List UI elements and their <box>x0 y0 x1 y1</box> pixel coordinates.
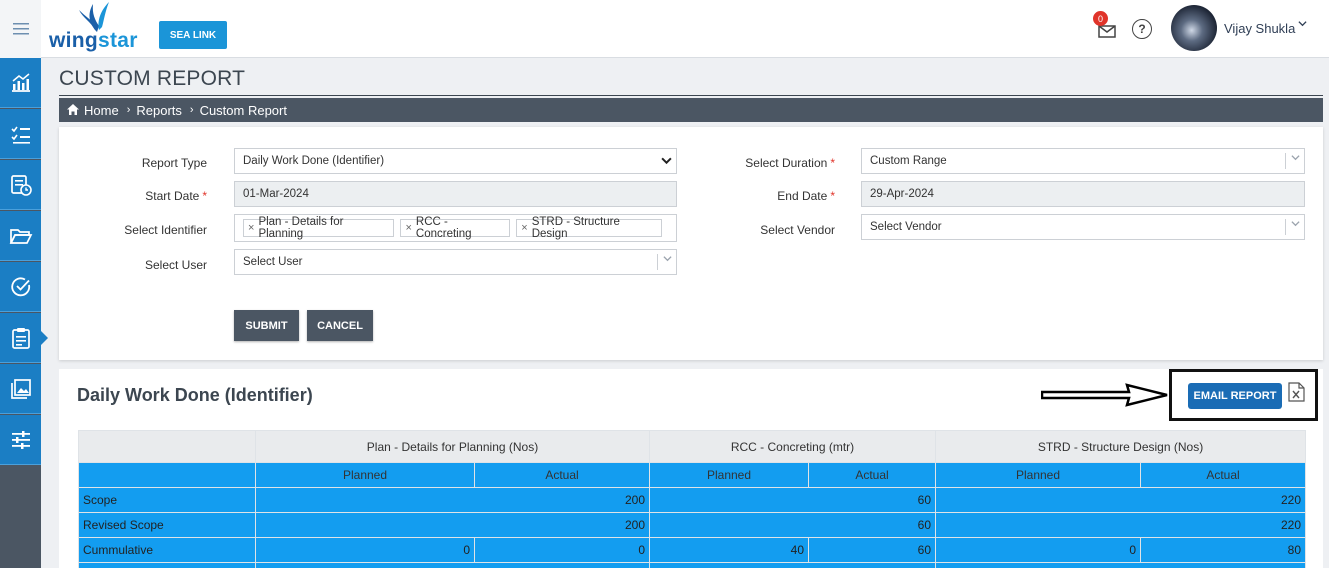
table-cell: 80 <box>1140 537 1307 563</box>
identifier-tag[interactable]: × STRD - Structure Design <box>516 216 663 240</box>
folder-icon[interactable] <box>0 211 41 261</box>
chevron-right-icon: › <box>126 104 131 116</box>
email-report-button[interactable]: EMAIL REPORT <box>1188 383 1282 409</box>
table-header-cell <box>78 430 256 463</box>
remove-tag-icon[interactable]: × <box>248 222 254 234</box>
table-row: Cummulative 0 0 40 60 0 80 <box>78 537 1307 563</box>
table-cell <box>255 562 650 568</box>
chevron-down-icon <box>661 155 672 169</box>
cancel-button[interactable]: CANCEL <box>307 310 373 341</box>
table-cell: 60 <box>648 512 937 538</box>
table-cell: 0 <box>255 537 475 563</box>
table-header-row: Plan - Details for Planning (Nos) RCC - … <box>78 430 1307 463</box>
table-cell <box>648 562 937 568</box>
identifier-label: Select Identifier <box>124 223 207 237</box>
schedule-report-icon[interactable] <box>0 160 41 210</box>
page-title: CUSTOM REPORT <box>59 67 246 90</box>
user-label: Select User <box>144 258 207 272</box>
annotation-arrow-icon <box>1040 383 1169 410</box>
table-row <box>78 562 1307 568</box>
identifier-multiselect[interactable]: × Plan - Details for Planning × RCC - Conc… <box>234 214 677 242</box>
report-type-label: Report Type <box>141 156 207 170</box>
help-icon[interactable]: ? <box>1132 19 1152 39</box>
breadcrumb-home[interactable]: Home <box>84 103 119 118</box>
table-cell: 200 <box>255 487 650 513</box>
report-title: Daily Work Done (Identifier) <box>77 385 313 405</box>
row-label: Revised Scope <box>78 512 256 538</box>
table-cell: 0 <box>935 537 1142 563</box>
chevron-down-icon <box>1285 219 1300 235</box>
breadcrumb-current: Custom Report <box>199 102 287 118</box>
remove-tag-icon[interactable]: × <box>521 222 527 234</box>
vendor-label: Select Vendor <box>760 223 835 237</box>
report-panel: Daily Work Done (Identifier) EMAIL REPOR… <box>59 369 1323 568</box>
chevron-down-icon <box>1285 153 1300 169</box>
row-label: Scope <box>78 487 256 513</box>
table-cell: 220 <box>935 487 1307 513</box>
duration-select[interactable]: Custom Range <box>861 148 1305 174</box>
table-subheader: Planned <box>935 462 1142 488</box>
table-subheader: Actual <box>474 462 650 488</box>
table-row: Revised Scope 200 60 220 <box>78 512 1307 538</box>
row-label: Cummulative <box>78 537 256 563</box>
report-type-select[interactable]: Daily Work Done (Identifier) <box>234 148 677 174</box>
duration-label: Select Duration * <box>745 156 835 170</box>
table-subheader: Actual <box>1140 462 1307 488</box>
clipboard-report-icon[interactable] <box>0 313 48 363</box>
table-group-header: STRD - Structure Design (Nos) <box>935 430 1307 463</box>
table-header-cell <box>78 462 256 488</box>
table-cell: 60 <box>648 487 937 513</box>
table-subheader: Actual <box>807 462 937 488</box>
user-select[interactable]: Select User <box>234 249 677 275</box>
submit-button[interactable]: SUBMIT <box>234 310 299 341</box>
chevron-down-icon <box>657 254 672 270</box>
identifier-tag[interactable]: × Plan - Details for Planning <box>243 216 395 240</box>
excel-export-icon[interactable] <box>1288 382 1305 402</box>
project-button[interactable]: SEA LINK <box>159 21 227 49</box>
breadcrumb-reports[interactable]: Reports <box>136 103 182 118</box>
wingstar-logo[interactable]: wingstar <box>49 2 149 54</box>
user-name[interactable]: Vijay Shukla <box>1224 21 1295 36</box>
report-filter-form: Report Type Daily Work Done (Identifier)… <box>59 127 1323 360</box>
settings-sliders-icon[interactable] <box>0 415 41 465</box>
task-list-icon[interactable] <box>0 109 41 159</box>
chevron-down-icon[interactable] <box>1298 19 1307 31</box>
title-divider <box>59 95 1323 96</box>
table-cell <box>935 562 1307 568</box>
row-label <box>78 562 256 568</box>
table-cell: 60 <box>807 537 937 563</box>
identifier-tag[interactable]: × RCC - Concreting <box>400 216 511 240</box>
breadcrumb: Home › Reports › Custom Report <box>59 98 1323 122</box>
avatar[interactable] <box>1171 5 1217 51</box>
end-date-label: End Date * <box>777 189 835 203</box>
table-subheader: Planned <box>255 462 475 488</box>
start-date-label: Start Date * <box>145 189 207 203</box>
vendor-select[interactable]: Select Vendor <box>861 214 1305 240</box>
report-table: Plan - Details for Planning (Nos) RCC - … <box>78 430 1307 568</box>
table-group-header: RCC - Concreting (mtr) <box>648 430 937 463</box>
gallery-icon[interactable] <box>0 364 41 414</box>
table-subheader: Planned <box>649 462 809 488</box>
table-cell: 0 <box>474 537 650 563</box>
home-icon[interactable] <box>67 103 79 118</box>
start-date-field[interactable]: 01-Mar-2024 <box>234 181 677 207</box>
notification-badge: 0 <box>1093 11 1108 26</box>
approval-check-icon[interactable] <box>0 262 41 312</box>
dashboard-chart-icon[interactable] <box>0 58 41 108</box>
table-cell: 220 <box>935 512 1307 538</box>
chevron-right-icon: › <box>189 104 194 116</box>
end-date-field[interactable]: 29-Apr-2024 <box>861 181 1305 207</box>
sidebar <box>0 58 48 568</box>
table-group-header: Plan - Details for Planning (Nos) <box>255 430 650 463</box>
table-cell: 200 <box>255 512 650 538</box>
table-subheader-row: Planned Actual Planned Actual Planned Ac… <box>78 462 1307 488</box>
top-header: wingstar SEA LINK 0 ? Vijay Shukla <box>0 0 1329 58</box>
table-row: Scope 200 60 220 <box>78 487 1307 513</box>
remove-tag-icon[interactable]: × <box>405 222 411 234</box>
hamburger-icon[interactable] <box>0 0 41 58</box>
table-cell: 40 <box>649 537 809 563</box>
